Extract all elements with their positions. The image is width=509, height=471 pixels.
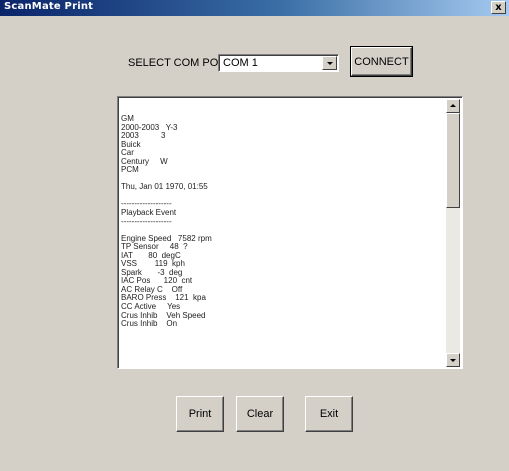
log-textarea[interactable]: GM 2000-2003 Y-3 2003 3 Buick Car Century W PC…	[117, 96, 463, 369]
window-title: ScanMate Print	[4, 1, 94, 12]
log-line: Century W	[121, 156, 168, 166]
log-line: PCM	[121, 165, 139, 175]
close-icon: x	[495, 2, 502, 13]
connect-button-frame: CONNECT	[350, 46, 413, 77]
print-button[interactable]: Print	[176, 396, 224, 432]
log-line: Car	[121, 148, 134, 158]
app-window: ScanMate Print x SELECT COM PORT COM 1 C…	[0, 0, 509, 471]
log-line: 2003 3	[121, 131, 166, 141]
connect-button[interactable]: CONNECT	[351, 47, 412, 76]
scroll-up-arrow-icon[interactable]	[446, 99, 460, 113]
exit-button[interactable]: Exit	[305, 396, 353, 432]
log-content: GM 2000-2003 Y-3 2003 3 Buick Car Century W PC…	[121, 114, 443, 329]
scroll-down-arrow-icon[interactable]	[446, 353, 460, 367]
log-line: Crus Inhib On	[121, 319, 178, 329]
com-port-select[interactable]: COM 1	[218, 54, 339, 72]
com-port-value: COM 1	[223, 57, 258, 69]
log-line: -------------------	[121, 216, 172, 226]
close-button[interactable]: x	[491, 1, 506, 14]
chevron-down-icon[interactable]	[322, 56, 337, 70]
log-line: 2000-2003 Y-3	[121, 122, 178, 132]
clear-button[interactable]: Clear	[236, 396, 284, 432]
log-line: Thu, Jan 01 1970, 01:55	[121, 182, 208, 192]
scrollbar-thumb[interactable]	[446, 113, 460, 208]
log-line: Buick	[121, 139, 141, 149]
vertical-scrollbar[interactable]	[446, 99, 460, 367]
title-bar[interactable]: ScanMate Print x	[0, 0, 509, 16]
